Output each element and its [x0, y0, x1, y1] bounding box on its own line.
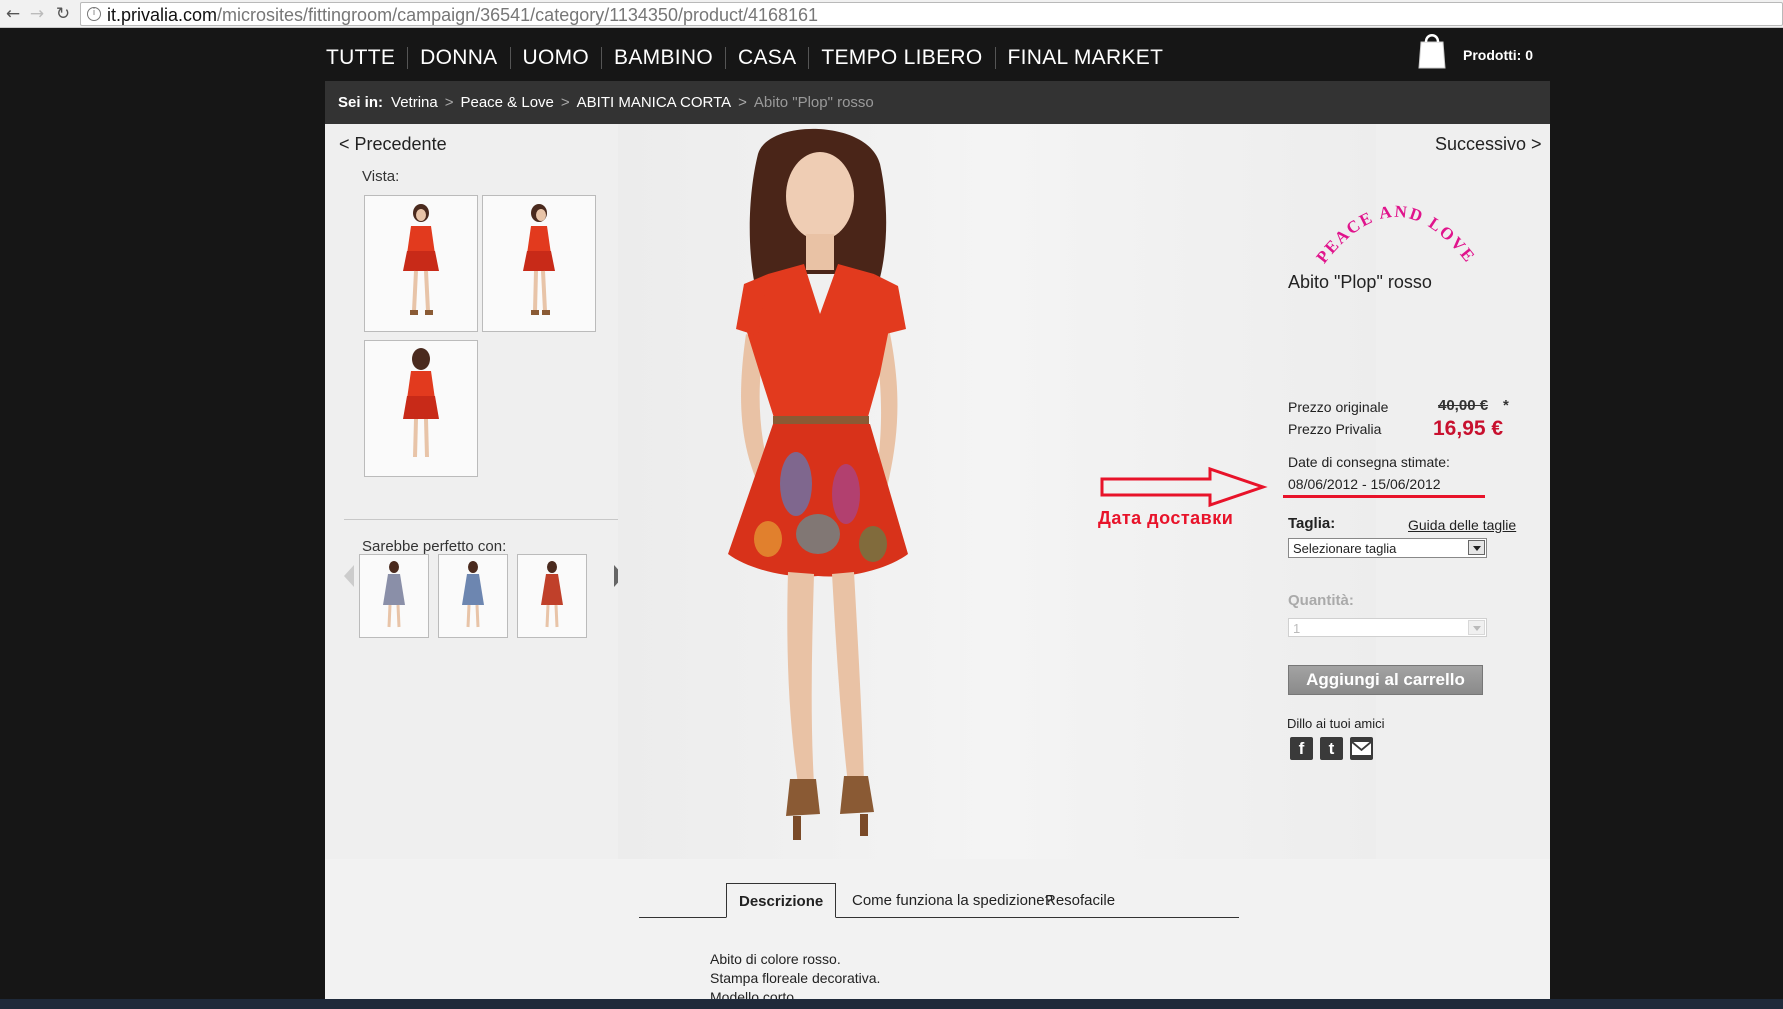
original-price: 40,00 €	[1438, 397, 1489, 414]
suggested-product-2[interactable]	[438, 554, 508, 638]
share-label: Dillo ai tuoi amici	[1287, 716, 1385, 731]
product-area: < Precedente Successivo > Vista: Sarebbe…	[325, 124, 1550, 859]
dress-side-thumbnail-image	[523, 204, 555, 315]
previous-product-link[interactable]: < Precedente	[339, 134, 447, 155]
annotation-arrow-icon	[1100, 466, 1268, 508]
view-thumbnail-back[interactable]	[364, 340, 478, 477]
size-guide-link[interactable]: Guida delle taglie	[1408, 517, 1516, 533]
suggested-dress-3-image	[541, 561, 563, 628]
address-bar[interactable]: i it.privalia.com/microsites/fittingroom…	[80, 2, 1783, 26]
perfect-with-label: Sarebbe perfetto con:	[362, 538, 507, 555]
delivery-date-label: Date di consegna stimate:	[1288, 454, 1450, 470]
size-select[interactable]: Selezionare taglia	[1288, 538, 1487, 558]
url-host: it.privalia.com	[107, 5, 218, 25]
envelope-glyph	[1351, 741, 1372, 755]
quantity-select[interactable]: 1	[1288, 618, 1487, 637]
tab-resofacile[interactable]: Resofacile	[1033, 883, 1127, 918]
breadcrumb-label: Sei in:	[338, 94, 384, 111]
reload-icon[interactable]: ↻	[52, 3, 74, 25]
size-select-value: Selezionare taglia	[1293, 541, 1397, 556]
product-details-section: Descrizione Come funziona la spedizione?…	[325, 859, 1550, 1009]
quantity-value: 1	[1293, 621, 1301, 636]
suggested-dress-1-image	[383, 561, 405, 628]
views-label: Vista:	[362, 168, 400, 185]
delivery-dates: 08/06/2012 - 15/06/2012	[1288, 476, 1441, 492]
back-arrow-icon[interactable]: ←	[2, 3, 24, 25]
size-label: Taglia:	[1288, 515, 1336, 532]
suggested-product-1[interactable]	[359, 554, 429, 638]
page-info-icon[interactable]: i	[87, 7, 101, 21]
twitter-icon[interactable]: t	[1320, 737, 1343, 760]
gallery-divider	[344, 519, 624, 520]
quantity-label: Quantità:	[1288, 592, 1354, 609]
breadcrumb-item-peace-love[interactable]: Peace & Love	[460, 94, 553, 111]
shopping-bag-icon[interactable]	[1416, 30, 1448, 70]
original-price-footnote-mark: *	[1503, 397, 1509, 414]
privalia-price: 16,95 €	[1433, 417, 1504, 440]
nav-bambino[interactable]: BAMBINO	[601, 47, 725, 69]
os-taskbar	[0, 999, 1783, 1009]
product-title: Abito "Plop" rosso	[1288, 272, 1432, 292]
view-thumbnail-front[interactable]	[364, 195, 478, 332]
url-path: /microsites/fittingroom/campaign/36541/c…	[217, 5, 819, 25]
peace-and-love-brand-logo[interactable]: PEACE AND LOVE	[1311, 182, 1481, 272]
tab-spedizione[interactable]: Come funziona la spedizione?	[840, 883, 1065, 918]
breadcrumb: Sei in: Vetrina > Peace & Love > ABITI M…	[325, 81, 1550, 124]
description-line: Abito di colore rosso.	[710, 951, 841, 967]
annotation-label: Дата доставки	[1098, 508, 1234, 528]
nav-final-market[interactable]: FINAL MARKET	[994, 47, 1176, 69]
annotation-underline	[1283, 495, 1485, 498]
email-icon[interactable]	[1350, 737, 1373, 760]
privalia-price-label: Prezzo Privalia	[1288, 421, 1382, 437]
nav-uomo[interactable]: UOMO	[509, 47, 602, 69]
address-text: it.privalia.com/microsites/fittingroom/c…	[107, 4, 818, 26]
breadcrumb-separator: >	[738, 94, 747, 111]
main-nav: TUTTE DONNA UOMO BAMBINO CASA TEMPO LIBE…	[325, 38, 1175, 78]
breadcrumb-item-vetrina[interactable]: Vetrina	[391, 94, 438, 111]
brand-logo-text: PEACE AND LOVE	[1312, 202, 1477, 267]
breadcrumb-separator: >	[444, 94, 454, 111]
breadcrumb-item-category[interactable]: ABITI MANICA CORTA	[577, 94, 731, 111]
forward-arrow-icon[interactable]: →	[26, 3, 48, 25]
nav-donna[interactable]: DONNA	[407, 47, 509, 69]
original-price-label: Prezzo originale	[1288, 399, 1389, 415]
nav-tempo-libero[interactable]: TEMPO LIBERO	[808, 47, 994, 69]
description-line: Stampa floreale decorativa.	[710, 970, 881, 986]
dress-front-thumbnail-image	[403, 204, 439, 315]
svg-text:PEACE AND LOVE: PEACE AND LOVE	[1312, 202, 1479, 267]
tab-descrizione[interactable]: Descrizione	[726, 883, 837, 918]
chevron-down-icon	[1468, 620, 1485, 635]
breadcrumb-separator: >	[560, 94, 570, 111]
suggested-product-3[interactable]	[517, 554, 587, 638]
nav-tutte[interactable]: TUTTE	[325, 47, 407, 69]
facebook-icon[interactable]: f	[1290, 737, 1313, 760]
chevron-down-icon	[1468, 540, 1485, 555]
carousel-prev-arrow-icon[interactable]	[344, 565, 354, 587]
cart-count[interactable]: Prodotti: 0	[1463, 47, 1533, 63]
suggested-dress-2-image	[462, 561, 484, 628]
nav-casa[interactable]: CASA	[724, 47, 808, 69]
breadcrumb-current: Abito "Plop" rosso	[753, 94, 874, 111]
view-thumbnail-side[interactable]	[482, 195, 596, 332]
browser-toolbar: ← → ↻ i it.privalia.com/microsites/fitti…	[0, 0, 1783, 28]
next-product-link[interactable]: Successivo >	[1435, 134, 1542, 155]
add-to-cart-button[interactable]: Aggiungi al carrello	[1288, 665, 1483, 695]
dress-back-thumbnail-image	[403, 348, 439, 458]
